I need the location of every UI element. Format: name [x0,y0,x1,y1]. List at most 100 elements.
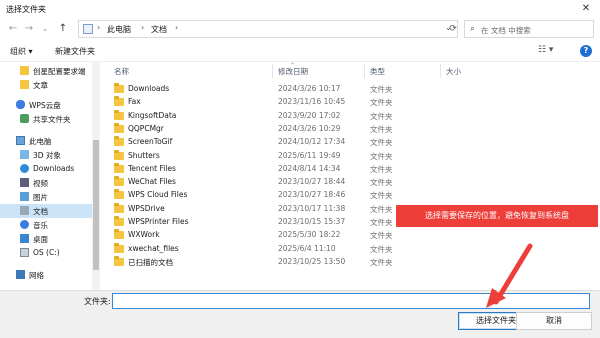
file-name: 已扫描的文档 [128,257,173,267]
file-type: 文件夹 [370,138,393,148]
column-header-size[interactable]: 大小 [446,66,461,77]
file-type: 文件夹 [370,85,393,94]
file-row[interactable]: Tencent Files 2024/8/14 14:34 文件夹 [100,162,598,176]
file-date: 2023/10/15 15:37 [278,217,346,226]
file-row[interactable]: ScreenToGif 2024/10/12 17:34 文件夹 [100,136,598,149]
sidebar-item-label: WPS云盘 [29,101,61,110]
video-icon [20,178,29,187]
breadcrumb-this-pc[interactable]: 此电脑 [107,24,131,35]
sidebar-item-articles[interactable]: 文章 [0,78,96,92]
file-name: WPSPrinter Files [128,217,189,226]
column-header-name[interactable]: 名称 [114,66,129,77]
sidebar-item-wps-cloud[interactable]: WPS云盘 [0,98,96,112]
file-type: 文件夹 [370,231,393,241]
file-type: 文件夹 [370,111,393,121]
folder-icon [114,189,124,200]
file-row[interactable]: QQPCMgr 2024/3/26 10:29 文件夹 [100,122,598,136]
sidebar-item-shared-folder[interactable]: 共享文件夹 [0,112,96,126]
music-icon [20,220,29,229]
file-type: 文件夹 [370,191,393,201]
file-name: Shutters [128,150,160,160]
sidebar-item-label: 视频 [33,179,48,188]
file-row[interactable]: Shutters 2025/6/11 19:49 文件夹 [100,149,598,163]
file-row[interactable]: Downloads 2024/3/26 10:17 文件夹 [100,83,598,96]
file-name: Downloads [128,84,170,93]
column-divider[interactable] [440,64,441,78]
sidebar-item-pictures[interactable]: 图片 [0,190,96,204]
forward-button[interactable]: → [22,22,36,36]
sidebar-item-this-pc[interactable]: 此电脑 [0,134,96,148]
share-icon [20,114,29,123]
folder-icon [114,109,124,120]
file-row[interactable]: Fax 2023/11/16 10:45 文件夹 [100,96,598,109]
file-type: 文件夹 [370,218,393,227]
sidebar-item-videos[interactable]: 视频 [0,176,96,190]
refresh-button[interactable]: ⟳ [446,22,460,36]
file-type: 文件夹 [370,164,393,174]
sidebar-item-network[interactable]: 网络 [0,268,96,282]
recent-dropdown-icon[interactable]: ⌄ [38,22,52,36]
file-type: 文件夹 [370,244,393,254]
breadcrumb-separator-icon: › [141,23,145,32]
folder-icon [20,80,29,89]
folder-field-label: 文件夹: [84,297,111,306]
sidebar-item-os-drive[interactable]: OS (C:) [0,246,96,260]
toolbar: 组织 ▾ 新建文件夹 ☷ ▾ ? [0,42,600,62]
annotation-callout: 选择需要保存的位置，避免恢复到系统盘 [396,205,598,227]
folder-icon [114,83,124,93]
file-type: 文件夹 [370,178,393,188]
file-date: 2024/3/26 10:29 [278,123,341,133]
close-button[interactable]: ✕ [578,2,594,16]
folder-icon [114,176,124,187]
window-title: 选择文件夹 [6,5,46,14]
column-header-date[interactable]: 修改日期 [278,66,308,77]
folder-icon [114,136,124,147]
folder-icon [114,149,124,160]
file-row[interactable]: KingsoftData 2023/9/20 17:02 文件夹 [100,109,598,123]
back-button[interactable]: ← [6,22,20,36]
sidebar-item-folder[interactable]: 创星配置要求端 [0,64,96,78]
sidebar-item-documents[interactable]: 文档 [0,204,96,218]
file-name: WPS Cloud Files [128,190,188,200]
folder-icon [114,96,124,107]
file-name: QQPCMgr [128,123,164,133]
search-icon: ⌕ [470,24,476,34]
file-row[interactable]: WeChat Files 2023/10/27 18:44 文件夹 [100,176,598,189]
view-options-button[interactable]: ☷ ▾ [538,45,553,55]
file-name: WXWork [128,230,160,240]
sidebar-item-music[interactable]: 音乐 [0,218,96,232]
column-divider[interactable] [272,64,273,78]
pc-icon [83,24,93,34]
file-row[interactable]: WPS Cloud Files 2023/10/27 18:46 文件夹 [100,189,598,202]
file-date: 2023/10/27 18:44 [278,177,346,187]
search-box[interactable]: ⌕ 在 文档 中搜索 [464,20,594,38]
file-date: 2023/11/16 10:45 [278,97,346,107]
sidebar-item-label: 文章 [33,81,48,90]
sidebar-item-3d-objects[interactable]: 3D 对象 [0,148,96,162]
document-icon [20,206,29,215]
new-folder-button[interactable]: 新建文件夹 [55,46,95,57]
file-name: Fax [128,97,141,107]
file-name: WeChat Files [128,177,176,187]
address-bar[interactable]: › 此电脑 › 文档 › ⌄ [78,20,458,38]
file-date: 2023/10/27 18:46 [278,190,346,200]
breadcrumb-documents[interactable]: 文档 [151,24,167,35]
file-type: 文件夹 [370,98,393,108]
sidebar-item-desktop[interactable]: 桌面 [0,232,96,246]
title-bar [0,0,600,18]
up-button[interactable]: ↑ [56,22,70,36]
file-type: 文件夹 [370,124,393,134]
organize-button[interactable]: 组织 ▾ [10,46,33,57]
help-button[interactable]: ? [580,45,592,57]
sidebar-item-label: 图片 [33,193,48,202]
sidebar-scrollbar-thumb[interactable] [93,140,99,270]
column-divider[interactable] [364,64,365,78]
file-date: 2023/10/17 11:38 [278,203,346,213]
folder-icon [114,242,124,253]
column-header-type[interactable]: 类型 [370,66,385,77]
file-date: 2024/3/26 10:17 [278,84,341,93]
network-icon [16,270,25,279]
sidebar-item-label: 桌面 [33,235,48,244]
sidebar-item-downloads[interactable]: Downloads [0,162,96,176]
file-type: 文件夹 [370,204,393,214]
